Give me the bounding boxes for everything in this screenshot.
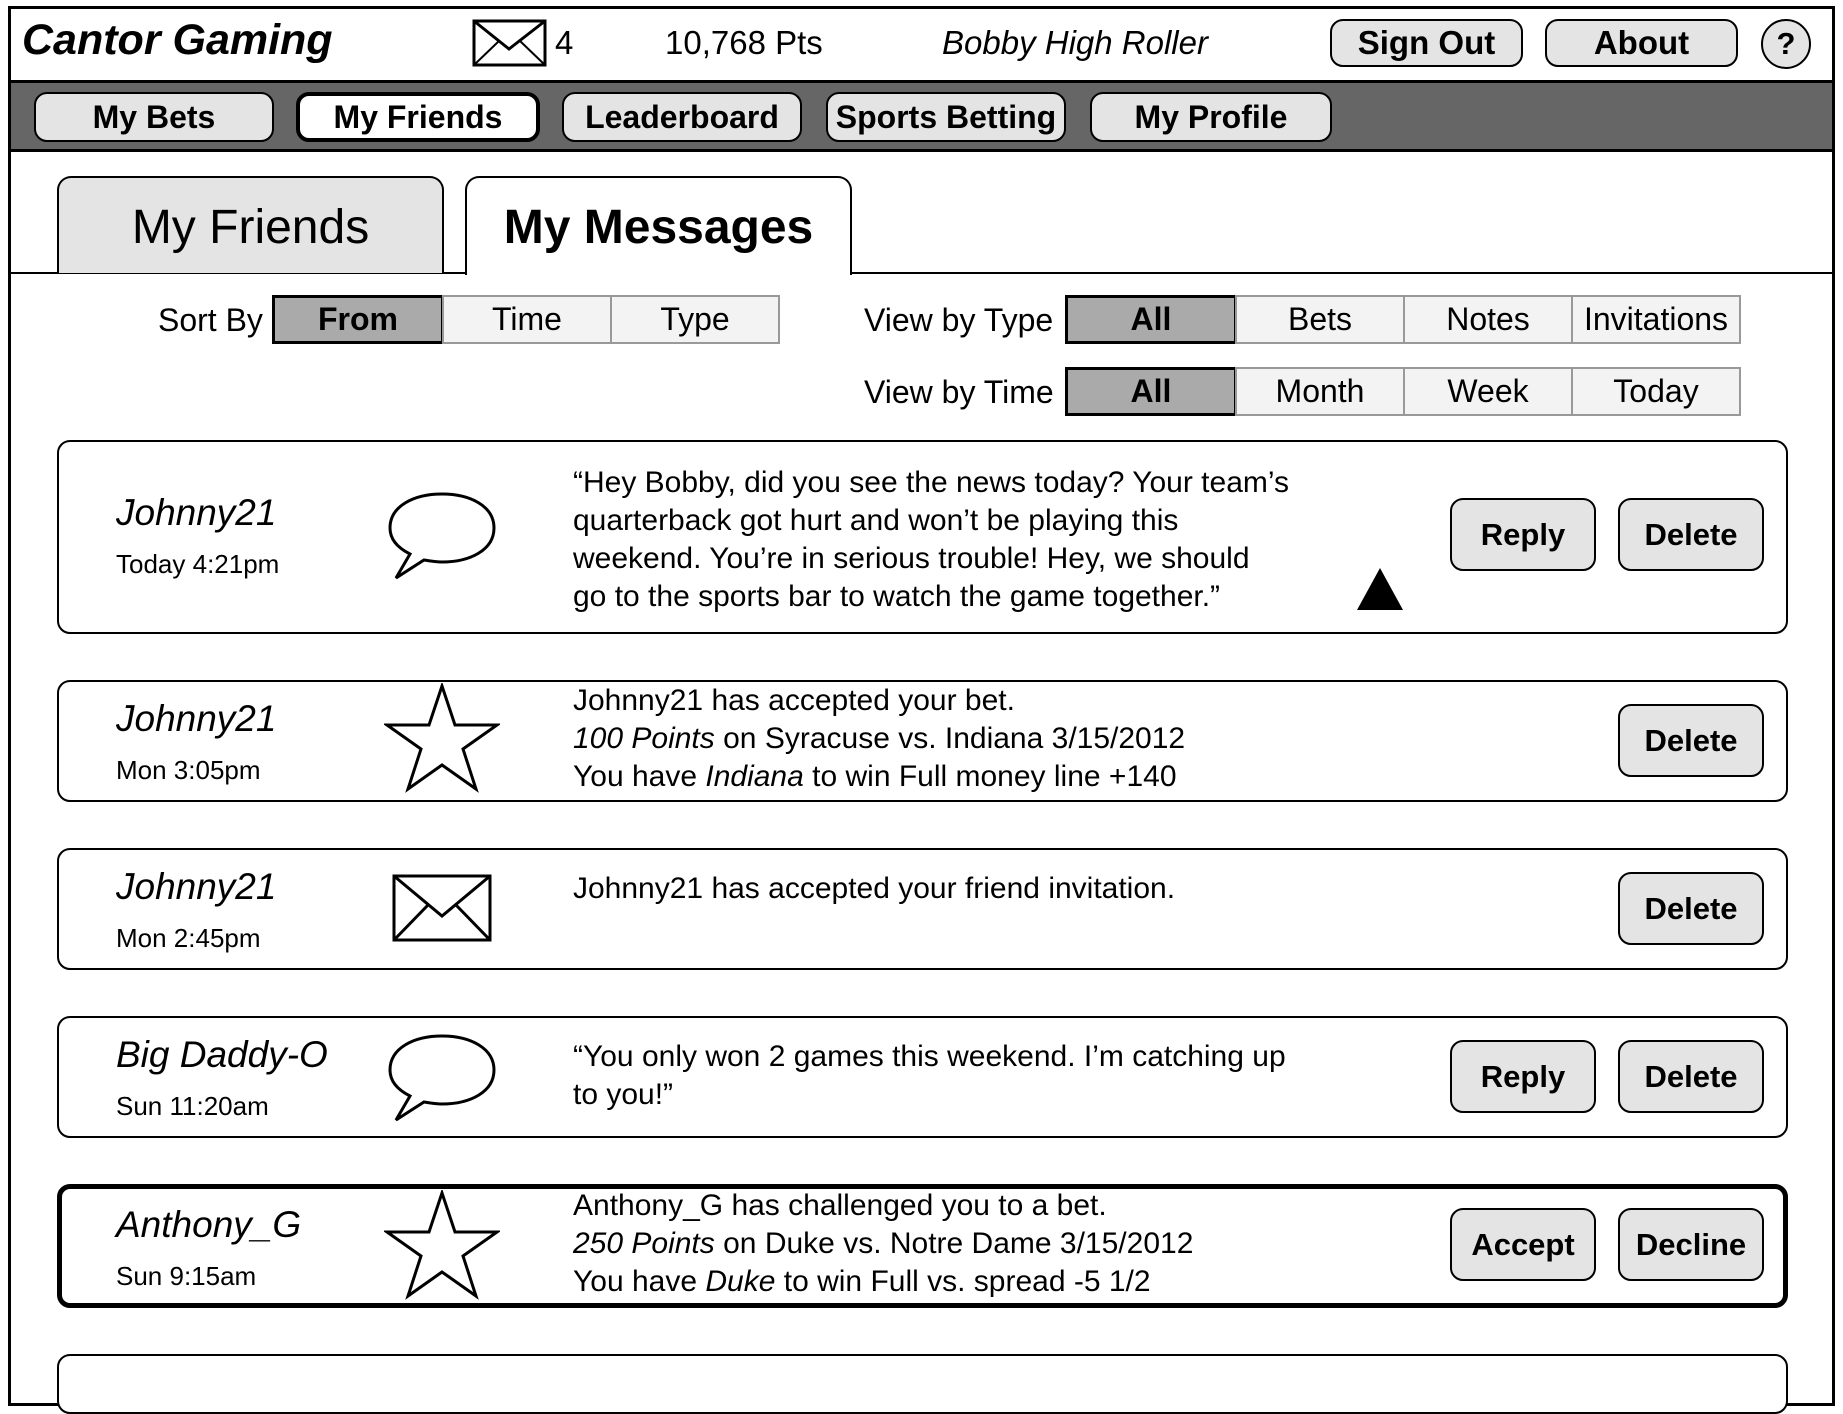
nav-sports-betting[interactable]: Sports Betting — [826, 92, 1066, 142]
message-body: “Hey Bobby, did you see the news today? … — [573, 466, 1290, 613]
message-time: Mon 3:05pm — [116, 755, 261, 785]
sign-out-button[interactable]: Sign Out — [1330, 19, 1523, 67]
view-by-time-label: View by Time — [864, 374, 1054, 410]
time-month[interactable]: Month — [1235, 367, 1405, 416]
star-icon — [384, 1190, 500, 1300]
nav-my-friends[interactable]: My Friends — [296, 92, 540, 142]
sort-type[interactable]: Type — [610, 295, 780, 344]
message-sender[interactable]: Johnny21 — [116, 698, 276, 740]
reply-button[interactable]: Reply — [1450, 498, 1596, 571]
message-sender[interactable]: Big Daddy-O — [116, 1034, 328, 1076]
message-sender[interactable]: Johnny21 — [116, 866, 276, 908]
help-button[interactable]: ? — [1761, 19, 1811, 69]
type-invitations[interactable]: Invitations — [1571, 295, 1741, 344]
message-body: Johnny21 has accepted your friend invita… — [573, 872, 1176, 905]
mail-icon[interactable] — [472, 19, 547, 67]
message-card[interactable] — [57, 848, 1788, 970]
message-time: Mon 2:45pm — [116, 923, 261, 953]
type-notes[interactable]: Notes — [1403, 295, 1573, 344]
star-icon — [384, 683, 500, 793]
reply-button[interactable]: Reply — [1450, 1040, 1596, 1113]
sort-time[interactable]: Time — [442, 295, 612, 344]
username: Bobby High Roller — [942, 24, 1208, 61]
delete-button[interactable]: Delete — [1618, 1040, 1764, 1113]
about-button[interactable]: About — [1545, 19, 1738, 67]
time-today[interactable]: Today — [1571, 367, 1741, 416]
delete-button[interactable]: Delete — [1618, 498, 1764, 571]
message-body: “You only won 2 games this weekend. I’m … — [573, 1040, 1286, 1111]
message-sender[interactable]: Johnny21 — [116, 492, 276, 534]
type-bets[interactable]: Bets — [1235, 295, 1405, 344]
delete-button[interactable]: Delete — [1618, 872, 1764, 945]
unread-count: 4 — [555, 24, 574, 61]
delete-button[interactable]: Delete — [1618, 704, 1764, 777]
time-all[interactable]: All — [1065, 367, 1237, 416]
speech-bubble-icon — [388, 1034, 496, 1122]
message-body: Anthony_G has challenged you to a bet. 2… — [573, 1189, 1194, 1298]
message-sender[interactable]: Anthony_G — [116, 1204, 301, 1246]
nav-leaderboard[interactable]: Leaderboard — [562, 92, 802, 142]
tab-my-messages[interactable]: My Messages — [465, 176, 852, 275]
nav-my-bets[interactable]: My Bets — [34, 92, 274, 142]
sort-from[interactable]: From — [272, 295, 444, 344]
view-by-type-label: View by Type — [864, 302, 1054, 338]
message-card[interactable] — [57, 1354, 1788, 1414]
accept-button[interactable]: Accept — [1450, 1208, 1596, 1281]
sort-by-label: Sort By — [158, 302, 263, 338]
message-time: Sun 11:20am — [116, 1091, 269, 1121]
message-time: Today 4:21pm — [116, 549, 280, 579]
message-body: Johnny21 has accepted your bet. 100 Poin… — [573, 684, 1186, 793]
decline-button[interactable]: Decline — [1618, 1208, 1764, 1281]
points-balance: 10,768 Pts — [665, 24, 823, 61]
envelope-icon — [392, 874, 492, 942]
tab-my-friends[interactable]: My Friends — [57, 176, 444, 273]
time-week[interactable]: Week — [1403, 367, 1573, 416]
expand-triangle-icon[interactable] — [1357, 568, 1403, 610]
brand-logo: Cantor Gaming — [22, 16, 333, 64]
message-time: Sun 9:15am — [116, 1261, 257, 1291]
nav-my-profile[interactable]: My Profile — [1090, 92, 1332, 142]
type-all[interactable]: All — [1065, 295, 1237, 344]
speech-bubble-icon — [388, 492, 496, 580]
